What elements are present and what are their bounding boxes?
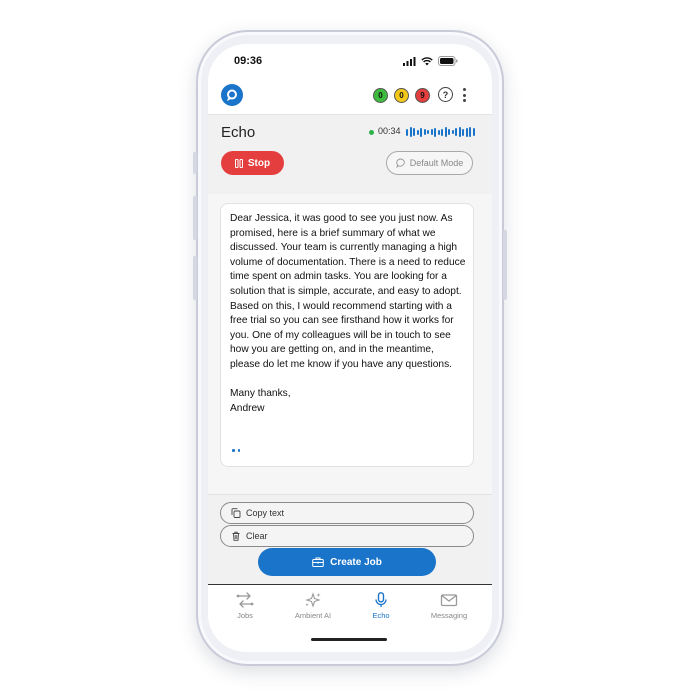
help-icon[interactable]: ? (438, 87, 453, 102)
badge-green[interactable]: 0 (373, 88, 388, 103)
create-job-button[interactable]: Create Job (258, 548, 436, 576)
phone-screen: 09:36 0 0 9 ? Echo 00:34 Stop Default Mo… (208, 44, 492, 652)
trash-icon (232, 531, 240, 541)
phone-volume-down (193, 256, 197, 300)
recording-indicator-icon (369, 130, 374, 135)
envelope-icon (440, 594, 458, 607)
copy-icon (231, 508, 241, 518)
phone-power-button (503, 230, 507, 300)
create-job-label: Create Job (330, 556, 382, 568)
jobs-icon (236, 592, 254, 608)
briefcase-icon (312, 557, 324, 567)
microphone-icon (375, 592, 387, 607)
transcript-text: Dear Jessica, it was good to see you jus… (230, 212, 466, 416)
nav-label-messaging: Messaging (430, 611, 468, 620)
more-options-icon[interactable] (463, 88, 467, 105)
badge-yellow[interactable]: 0 (394, 88, 409, 103)
nav-label-jobs: Jobs (237, 611, 253, 620)
nav-item-messaging[interactable]: Messaging (419, 592, 479, 620)
wifi-icon (421, 56, 433, 65)
clear-label: Clear (246, 531, 268, 541)
page-title: Echo (221, 124, 256, 141)
pause-icon (234, 158, 243, 168)
recording-timer: 00:34 (378, 126, 401, 136)
app-logo-icon[interactable] (221, 84, 243, 106)
phone-side-button (193, 152, 197, 174)
audio-waveform-icon (406, 126, 475, 138)
home-indicator[interactable] (311, 638, 387, 641)
signal-icon (403, 56, 416, 66)
clear-button[interactable]: Clear (220, 525, 474, 547)
status-bar: 09:36 (208, 44, 492, 80)
typing-indicator-icon (232, 449, 240, 452)
sparkle-icon (305, 592, 321, 608)
status-time: 09:36 (234, 55, 263, 67)
nav-item-jobs[interactable]: Jobs (215, 592, 275, 620)
chat-bubble-icon (395, 158, 405, 168)
letter-signoff: Many thanks, (230, 388, 291, 400)
letter-body: Dear Jessica, it was good to see you jus… (230, 213, 466, 370)
battery-icon (438, 56, 458, 66)
nav-label-ambient-ai: Ambient AI (294, 611, 332, 620)
nav-item-echo[interactable]: Echo (351, 592, 411, 620)
phone-volume-up (193, 196, 197, 240)
default-mode-label: Default Mode (409, 158, 464, 168)
stop-button-label: Stop (247, 157, 271, 169)
badge-red[interactable]: 9 (415, 88, 430, 103)
status-icons (403, 56, 458, 66)
default-mode-button[interactable]: Default Mode (386, 151, 473, 175)
nav-label-echo: Echo (372, 611, 390, 620)
speech-bubble-icon (227, 89, 237, 101)
copy-text-button[interactable]: Copy text (220, 502, 474, 524)
letter-signature: Andrew (230, 402, 265, 414)
copy-text-label: Copy text (246, 508, 285, 518)
nav-item-ambient-ai[interactable]: Ambient AI (283, 592, 343, 620)
stop-button[interactable]: Stop (221, 151, 284, 175)
